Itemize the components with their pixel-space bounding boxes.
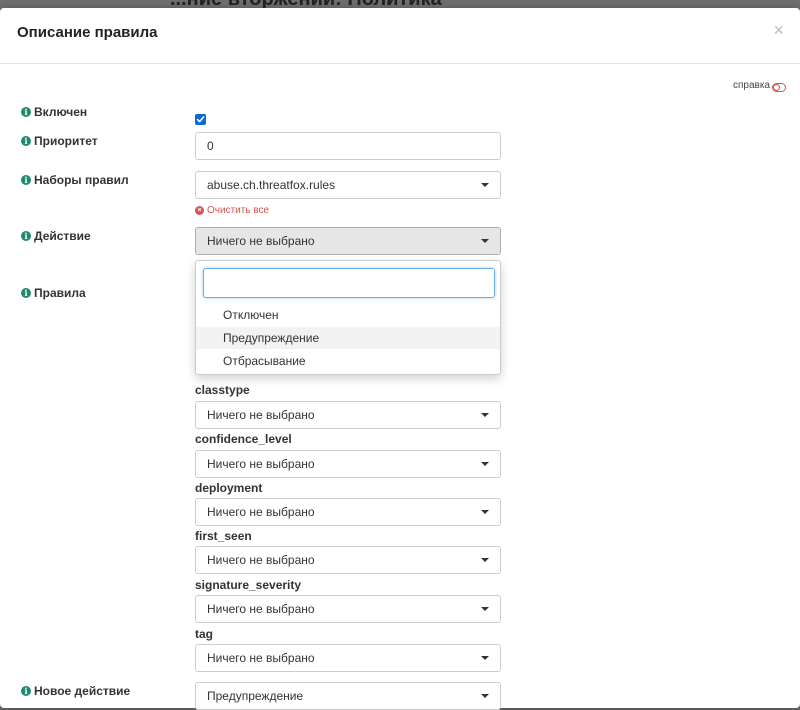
filter-select-signature-severity[interactable]: Ничего не выбрано	[195, 595, 501, 623]
info-icon[interactable]: i	[21, 175, 31, 185]
modal-header: Описание правила ×	[0, 8, 800, 64]
new-action-select[interactable]: Предупреждение	[195, 682, 501, 710]
dropdown-search-input[interactable]	[203, 268, 495, 298]
filter-selected-value: Ничего не выбрано	[207, 505, 315, 519]
filter-label-signature-severity: signature_severity	[195, 578, 302, 592]
chevron-down-icon	[481, 694, 489, 698]
chevron-down-icon	[481, 462, 489, 466]
filter-selected-value: Ничего не выбрано	[207, 553, 315, 567]
help-toggle[interactable]	[772, 83, 786, 92]
dropdown-option-drop[interactable]: Отбрасывание	[196, 350, 500, 372]
clear-all-button[interactable]: × Очистить все	[195, 205, 269, 216]
help-label[interactable]: справка	[733, 80, 770, 91]
filter-label-tag: tag	[195, 627, 213, 641]
chevron-down-icon	[481, 413, 489, 417]
enabled-label: i Включен	[21, 105, 87, 119]
priority-label: i Приоритет	[21, 134, 98, 148]
filter-select-confidence-level[interactable]: Ничего не выбрано	[195, 450, 501, 478]
dropdown-option-disabled[interactable]: Отключен	[196, 304, 500, 326]
chevron-down-icon	[481, 558, 489, 562]
action-label: i Действие	[21, 229, 91, 243]
chevron-down-icon	[481, 183, 489, 187]
action-select[interactable]: Ничего не выбрано	[195, 227, 501, 255]
new-action-selected-value: Предупреждение	[207, 689, 304, 703]
info-icon[interactable]: i	[21, 686, 31, 696]
rule-description-modal: Описание правила × справка i Включен i П…	[0, 8, 800, 710]
close-icon[interactable]: ×	[773, 20, 784, 41]
filter-label-deployment: deployment	[195, 481, 263, 495]
filter-selected-value: Ничего не выбрано	[207, 602, 315, 616]
modal-title: Описание правила	[17, 24, 158, 41]
chevron-down-icon	[481, 239, 489, 243]
info-icon[interactable]: i	[21, 107, 31, 117]
info-icon[interactable]: i	[21, 288, 31, 298]
rulesets-label: i Наборы правил	[21, 173, 129, 187]
rules-label: i Правила	[21, 286, 86, 300]
chevron-down-icon	[481, 656, 489, 660]
filter-label-confidence-level: confidence_level	[195, 432, 292, 446]
filter-select-classtype[interactable]: Ничего не выбрано	[195, 401, 501, 429]
enabled-checkbox[interactable]	[195, 114, 206, 125]
filter-selected-value: Ничего не выбрано	[207, 457, 315, 471]
filter-selected-value: Ничего не выбрано	[207, 408, 315, 422]
filter-select-first-seen[interactable]: Ничего не выбрано	[195, 546, 501, 574]
chevron-down-icon	[481, 607, 489, 611]
dropdown-option-alert[interactable]: Предупреждение	[196, 327, 500, 349]
action-dropdown-menu: Отключен Предупреждение Отбрасывание	[195, 260, 501, 375]
rulesets-selected-value: abuse.ch.threatfox.rules	[207, 178, 336, 192]
info-icon[interactable]: i	[21, 136, 31, 146]
filter-label-first-seen: first_seen	[195, 529, 252, 543]
rulesets-select[interactable]: abuse.ch.threatfox.rules	[195, 171, 501, 199]
priority-value: 0	[207, 139, 214, 153]
priority-input[interactable]: 0	[195, 132, 501, 160]
filter-selected-value: Ничего не выбрано	[207, 651, 315, 665]
action-selected-value: Ничего не выбрано	[207, 234, 315, 248]
clear-all-label: Очистить все	[207, 205, 270, 216]
filter-select-deployment[interactable]: Ничего не выбрано	[195, 498, 501, 526]
filter-label-classtype: classtype	[195, 383, 250, 397]
info-icon[interactable]: i	[21, 231, 31, 241]
clear-icon: ×	[195, 206, 204, 215]
filter-select-tag[interactable]: Ничего не выбрано	[195, 644, 501, 672]
chevron-down-icon	[481, 510, 489, 514]
